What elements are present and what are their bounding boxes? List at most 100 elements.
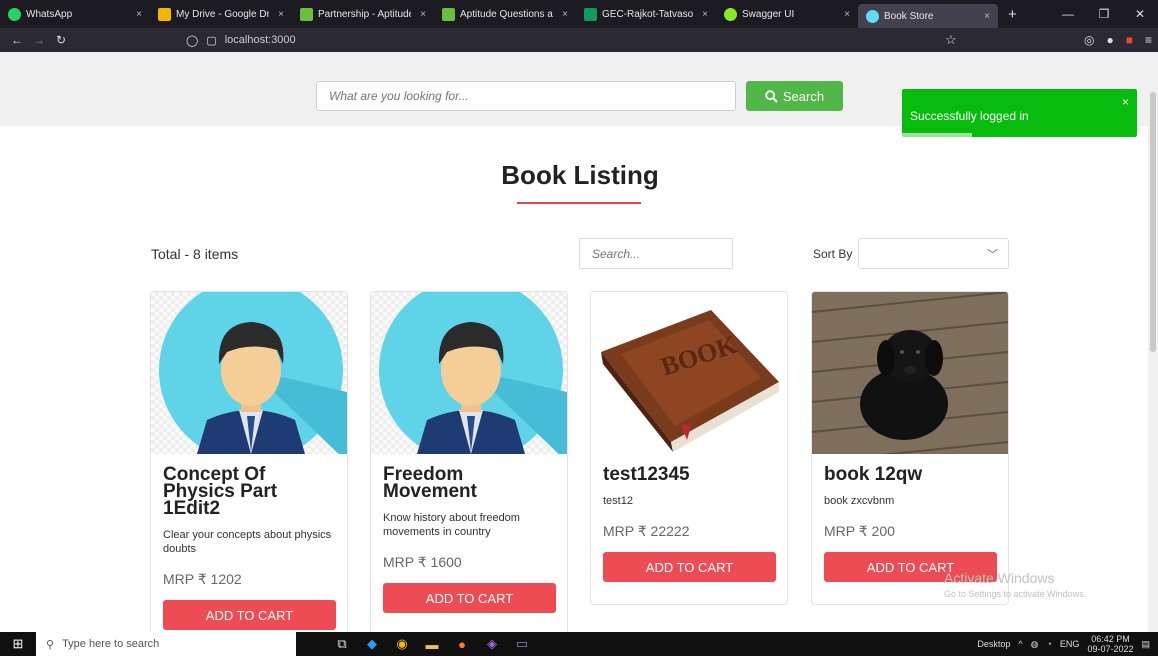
book-image-avatar — [151, 292, 347, 454]
book-image-avatar — [371, 292, 567, 454]
filter-search-input[interactable] — [579, 238, 733, 269]
restore-icon[interactable]: ❐ — [1086, 0, 1122, 28]
book-title: book 12qw — [824, 464, 923, 485]
activate-windows-watermark: Activate Windows Go to Settings to activ… — [944, 570, 1086, 599]
react-icon — [866, 9, 879, 23]
dog-photo-icon — [812, 292, 1008, 454]
chevron-down-icon: ﹀ — [987, 249, 998, 261]
account-icon[interactable]: ● — [1106, 33, 1113, 47]
network-icon[interactable]: ◍ — [1031, 639, 1039, 650]
book-price: MRP ₹ 1600 — [383, 554, 462, 570]
title-underline — [517, 202, 641, 204]
book-title: test12345 — [603, 464, 690, 485]
book-description: Know history about freedom movements in … — [383, 512, 520, 538]
search-icon: ⚲ — [46, 638, 55, 651]
windows-start-icon[interactable]: ⊞ — [0, 636, 36, 652]
volume-icon[interactable]: ◔ — [1046, 639, 1051, 649]
tab-label: Partnership - Aptitude Q — [318, 8, 412, 20]
close-icon[interactable]: × — [984, 11, 990, 22]
book-price: MRP ₹ 200 — [824, 523, 895, 539]
whatsapp-icon — [8, 7, 21, 21]
book-description: book zxcvbnm — [824, 495, 895, 507]
add-to-cart-button[interactable]: ADD TO CART — [383, 583, 556, 613]
browser-tab-strip: WhatsApp × My Drive - Google Drive × Par… — [0, 0, 1158, 28]
book-card: book 12qw book zxcvbnm MRP ₹ 200 ADD TO … — [811, 291, 1009, 605]
tab-gec-rajkot[interactable]: GEC-Rajkot-Tatvasoft_Ir × — [576, 0, 716, 28]
close-icon[interactable]: × — [136, 9, 142, 20]
book-title: Concept Of Physics Part 1Edit2 — [163, 464, 278, 519]
add-to-cart-button[interactable]: ADD TO CART — [163, 600, 336, 630]
book-description: test12 — [603, 495, 633, 507]
reload-icon[interactable]: ↻ — [50, 33, 72, 47]
browser-nav-bar: ← → ↻ ◯ ▢ localhost:3000 ☆ ◎ ● ■ ≡ — [0, 28, 1158, 52]
close-icon[interactable]: × — [420, 9, 426, 20]
tab-aptitude-questions[interactable]: Aptitude Questions and × — [434, 0, 576, 28]
tab-swagger-ui[interactable]: Swagger UI × — [716, 0, 858, 28]
book-price: MRP ₹ 1202 — [163, 571, 242, 587]
pocket-icon[interactable]: ◎ — [1084, 33, 1094, 47]
close-icon[interactable]: × — [278, 9, 284, 20]
close-icon[interactable]: × — [562, 9, 568, 20]
notification-icon[interactable]: ▤ — [1141, 639, 1150, 650]
tab-book-store[interactable]: Book Store × — [858, 4, 998, 28]
tab-google-drive[interactable]: My Drive - Google Drive × — [150, 0, 292, 28]
tab-whatsapp[interactable]: WhatsApp × — [0, 0, 150, 28]
minimize-icon[interactable]: — — [1050, 0, 1086, 28]
chevron-up-icon[interactable]: ^ — [1018, 639, 1022, 649]
taskbar-search[interactable]: ⚲ Type here to search — [36, 632, 296, 656]
tab-label: Aptitude Questions and — [460, 8, 553, 20]
search-button[interactable]: Search — [746, 81, 843, 111]
book-card: Freedom Movement Know history about free… — [370, 291, 568, 632]
search-button-label: Search — [782, 88, 825, 104]
system-tray: Desktop ^ ◍ ◔ ENG 06:42 PM 09-07-2022 ▤ — [977, 632, 1150, 656]
tab-label: WhatsApp — [26, 8, 73, 20]
page-scrollbar[interactable] — [1148, 52, 1158, 632]
book-description: Clear your concepts about physics doubts — [163, 529, 332, 555]
clock[interactable]: 06:42 PM 09-07-2022 — [1087, 634, 1133, 654]
man-avatar-icon — [379, 292, 567, 454]
firefox-icon[interactable]: ● — [450, 632, 474, 656]
book-image-book: BOOK — [591, 292, 787, 454]
sort-by-select[interactable]: ﹀ — [858, 238, 1009, 269]
book-store-page: Search Successfully logged in × Book Lis… — [0, 52, 1158, 632]
task-view-icon[interactable]: ⧉ — [330, 632, 354, 656]
tab-partnership[interactable]: Partnership - Aptitude Q × — [292, 0, 434, 28]
address-bar[interactable]: ◯ ▢ localhost:3000 — [186, 28, 296, 52]
book-card: Concept Of Physics Part 1Edit2 Clear you… — [150, 291, 348, 632]
sort-by-label: Sort By — [813, 247, 853, 261]
menu-icon[interactable]: ≡ — [1145, 33, 1152, 47]
window-controls: — ❐ ✕ — [1050, 0, 1158, 28]
taskbar-search-placeholder: Type here to search — [62, 638, 160, 650]
file-explorer-icon[interactable]: ▬ — [420, 632, 444, 656]
visual-studio-icon[interactable]: ◈ — [480, 632, 504, 656]
toast-close-icon[interactable]: × — [1122, 95, 1129, 109]
desktop-toolbar-label[interactable]: Desktop — [977, 639, 1010, 649]
new-tab-button[interactable]: + — [998, 6, 1027, 23]
language-indicator[interactable]: ENG — [1060, 639, 1080, 649]
chrome-icon[interactable]: ◉ — [390, 632, 414, 656]
forward-arrow-icon[interactable]: → — [28, 33, 50, 47]
success-toast: Successfully logged in × — [902, 89, 1137, 137]
book-title: Freedom Movement — [383, 464, 477, 502]
clock-time: 06:42 PM — [1091, 634, 1130, 644]
close-icon[interactable]: × — [702, 9, 708, 20]
terminal-icon[interactable]: ▭ — [510, 632, 534, 656]
close-window-icon[interactable]: ✕ — [1122, 0, 1158, 28]
header-search-input[interactable] — [316, 81, 736, 111]
close-icon[interactable]: × — [844, 9, 850, 20]
sheets-icon — [584, 7, 597, 21]
toolbar-extensions: ◎ ● ■ ≡ — [1084, 28, 1152, 52]
windows-taskbar: ⊞ ⚲ Type here to search ⧉ ◆ ◉ ▬ ● ◈ ▭ De… — [0, 632, 1158, 656]
extension-icon[interactable]: ■ — [1126, 33, 1133, 47]
vscode-icon[interactable]: ◆ — [360, 632, 384, 656]
bookmark-star-icon[interactable]: ☆ — [945, 32, 957, 48]
back-arrow-icon[interactable]: ← — [6, 33, 28, 47]
page-icon: ▢ — [206, 34, 217, 47]
toast-message: Successfully logged in — [910, 109, 1029, 123]
man-avatar-icon — [159, 292, 347, 454]
scrollbar-thumb[interactable] — [1150, 92, 1156, 352]
tab-label: My Drive - Google Drive — [176, 8, 270, 20]
page-title: Book Listing — [501, 160, 659, 190]
aptitude-icon — [442, 7, 455, 21]
add-to-cart-button[interactable]: ADD TO CART — [603, 552, 776, 582]
